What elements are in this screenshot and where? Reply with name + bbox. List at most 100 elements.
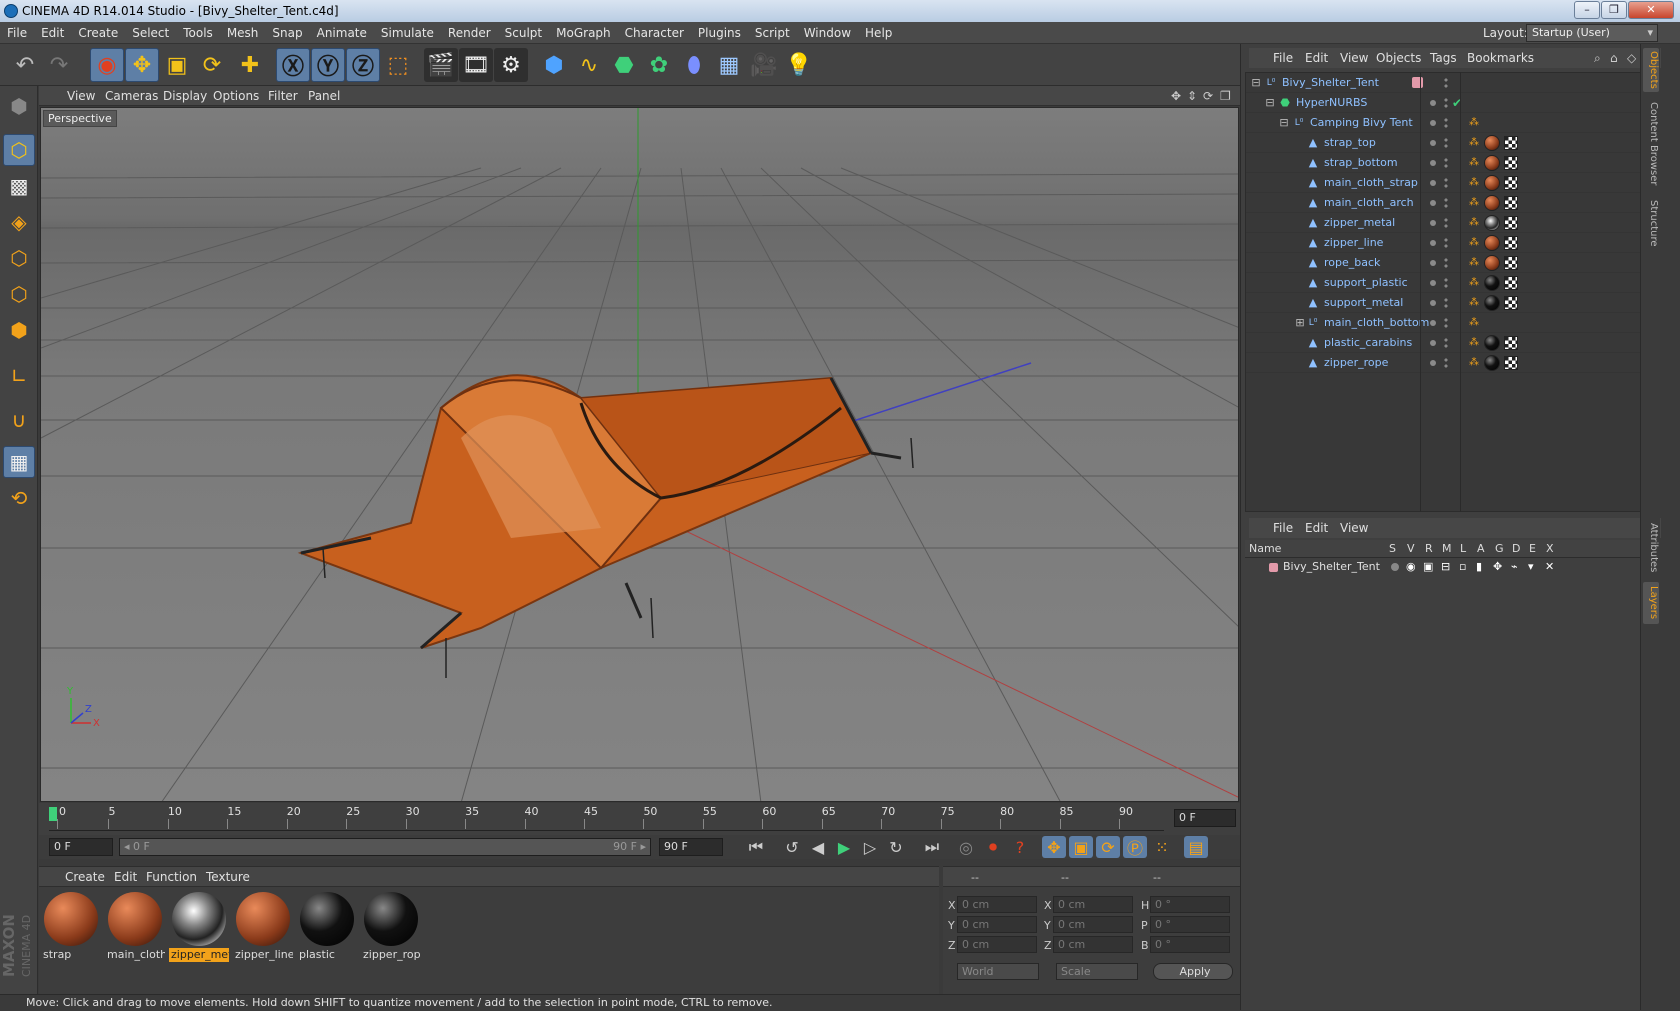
object-row[interactable]: ▲ main_cloth_arch ⁂ <box>1246 193 1654 213</box>
size-y-field[interactable]: 0 cm <box>1053 916 1133 933</box>
rotate-tool-icon[interactable]: ⟳ <box>195 48 229 82</box>
layers-menu-edit[interactable]: Edit <box>1305 518 1328 538</box>
object-row[interactable]: ▲ plastic_carabins ⁂ <box>1246 333 1654 353</box>
editor-render-dots-icon[interactable] <box>1444 277 1448 289</box>
object-name[interactable]: main_cloth_arch <box>1324 193 1414 213</box>
visibility-dot-icon[interactable] <box>1430 220 1436 226</box>
phong-tag-icon[interactable]: ⁂ <box>1469 138 1479 148</box>
layer-xref-icon[interactable]: ✕ <box>1545 558 1554 576</box>
make-editable-icon[interactable]: ⬢ <box>3 90 35 122</box>
expand-toggle-icon[interactable]: ⊟ <box>1278 117 1290 129</box>
layer-col-d[interactable]: D <box>1512 540 1520 558</box>
nurbs-icon[interactable]: ⬣ <box>607 48 641 82</box>
menu-simulate[interactable]: Simulate <box>374 22 441 44</box>
uvw-tag-icon[interactable] <box>1504 196 1518 210</box>
menu-render[interactable]: Render <box>441 22 498 44</box>
tab-objects[interactable]: Objects <box>1643 48 1659 92</box>
viewport-rotate-icon[interactable]: ⟳ <box>1203 86 1213 106</box>
uvw-tag-icon[interactable] <box>1504 236 1518 250</box>
menu-script[interactable]: Script <box>748 22 797 44</box>
viewport-menu-panel[interactable]: Panel <box>308 86 340 106</box>
material-menu-edit[interactable]: Edit <box>114 867 137 887</box>
layer-col-g[interactable]: G <box>1495 540 1504 558</box>
snap-magnet-icon[interactable]: ∪ <box>3 404 35 436</box>
search-icon[interactable]: ⌕ <box>1594 48 1601 68</box>
current-frame-field[interactable]: 0 F <box>1174 809 1236 827</box>
menu-sculpt[interactable]: Sculpt <box>498 22 549 44</box>
editor-render-dots-icon[interactable] <box>1444 337 1448 349</box>
object-row[interactable]: ⊟ L⁰ Bivy_Shelter_Tent <box>1246 73 1654 93</box>
next-frame-icon[interactable]: ▷ <box>858 836 882 858</box>
tab-content-browser[interactable]: Content Browser <box>1643 98 1659 190</box>
visibility-dot-icon[interactable] <box>1430 320 1436 326</box>
visibility-dot-icon[interactable] <box>1430 140 1436 146</box>
material-swatch[interactable]: plastic <box>297 890 357 962</box>
key-parameter-icon[interactable]: Ⓟ <box>1123 836 1147 858</box>
layers-menu-view[interactable]: View <box>1340 518 1368 538</box>
key-position-icon[interactable]: ✥ <box>1042 836 1066 858</box>
expand-toggle-icon[interactable]: ⊟ <box>1264 97 1276 109</box>
layer-generators-icon[interactable]: ✥ <box>1493 558 1502 576</box>
axis-mode-icon[interactable]: ∟ <box>3 360 35 392</box>
phong-tag-icon[interactable]: ⁂ <box>1469 338 1479 348</box>
redo-icon[interactable]: ↷ <box>42 48 76 82</box>
material-swatch[interactable]: main_cloth <box>105 890 165 962</box>
viewport-menu-view[interactable]: View <box>67 86 95 106</box>
layer-deformers-icon[interactable]: ⌁ <box>1511 558 1518 576</box>
perspective-viewport[interactable]: Y X Z Perspective <box>40 107 1239 802</box>
rotation-p-field[interactable]: 0 ° <box>1150 916 1230 933</box>
uvw-tag-icon[interactable] <box>1504 336 1518 350</box>
object-name[interactable]: zipper_metal <box>1324 213 1395 233</box>
visibility-dot-icon[interactable] <box>1430 360 1436 366</box>
key-pla-icon[interactable]: ⁙ <box>1150 836 1174 858</box>
rotation-h-field[interactable]: 0 ° <box>1150 896 1230 913</box>
material-swatch[interactable]: zipper_met <box>169 890 229 962</box>
menu-help[interactable]: Help <box>858 22 899 44</box>
key-rotation-icon[interactable]: ⟳ <box>1096 836 1120 858</box>
scale-tool-icon[interactable]: ▣ <box>160 48 194 82</box>
frame-range-slider[interactable]: ◂ 0 F 90 F ▸ <box>119 838 651 856</box>
material-tag-icon[interactable] <box>1484 135 1500 151</box>
render-picture-viewer-icon[interactable]: 🎞 <box>459 48 493 82</box>
points-mode-icon[interactable]: ⬡ <box>3 242 35 274</box>
object-name[interactable]: main_cloth_strap <box>1324 173 1418 193</box>
go-to-end-icon[interactable]: ⏭ <box>920 836 944 858</box>
object-row[interactable]: ▲ zipper_rope ⁂ <box>1246 353 1654 373</box>
undo-icon[interactable]: ↶ <box>8 48 42 82</box>
editor-render-dots-icon[interactable] <box>1444 157 1448 169</box>
menu-plugins[interactable]: Plugins <box>691 22 748 44</box>
menu-create[interactable]: Create <box>71 22 125 44</box>
render-view-icon[interactable]: 🎬 <box>424 48 458 82</box>
editor-render-dots-icon[interactable] <box>1444 217 1448 229</box>
visibility-dot-icon[interactable] <box>1430 340 1436 346</box>
layer-col-a[interactable]: A <box>1477 540 1485 558</box>
maximize-button[interactable]: ❐ <box>1601 1 1627 19</box>
start-frame-field[interactable]: 0 F <box>49 838 113 856</box>
object-name[interactable]: HyperNURBS <box>1296 93 1367 113</box>
size-x-field[interactable]: 0 cm <box>1053 896 1133 913</box>
object-name[interactable]: plastic_carabins <box>1324 333 1412 353</box>
editor-render-dots-icon[interactable] <box>1444 137 1448 149</box>
layer-row[interactable]: Bivy_Shelter_Tent ◉ ▣ ⊟ ▫ ▮ ✥ ⌁ ▾ ✕ <box>1245 558 1655 576</box>
object-name[interactable]: support_plastic <box>1324 273 1408 293</box>
material-swatch[interactable]: zipper_line <box>233 890 293 962</box>
visibility-dot-icon[interactable] <box>1430 180 1436 186</box>
visibility-dot-icon[interactable] <box>1430 120 1436 126</box>
camera-icon[interactable]: 🎥 <box>747 48 781 82</box>
previous-key-icon[interactable]: ↺ <box>780 836 804 858</box>
objects-menu-edit[interactable]: Edit <box>1305 48 1328 68</box>
uvw-tag-icon[interactable] <box>1504 356 1518 370</box>
live-selection-icon[interactable]: ◉ <box>90 48 124 82</box>
phong-tag-icon[interactable]: ⁂ <box>1469 218 1479 228</box>
layer-color-swatch[interactable] <box>1412 77 1423 88</box>
position-z-field[interactable]: 0 cm <box>957 936 1037 953</box>
viewport-menu-options[interactable]: Options <box>213 86 259 106</box>
texture-mode-icon[interactable]: ▩ <box>3 170 35 202</box>
layer-color-swatch[interactable] <box>1269 563 1278 572</box>
object-row[interactable]: ▲ strap_top ⁂ <box>1246 133 1654 153</box>
layout-dropdown[interactable]: Startup (User) <box>1526 24 1658 42</box>
layer-animation-icon[interactable]: ▮ <box>1476 558 1482 576</box>
material-tag-icon[interactable] <box>1484 235 1500 251</box>
editor-render-dots-icon[interactable] <box>1444 177 1448 189</box>
go-to-start-icon[interactable]: ⏮ <box>744 836 768 858</box>
